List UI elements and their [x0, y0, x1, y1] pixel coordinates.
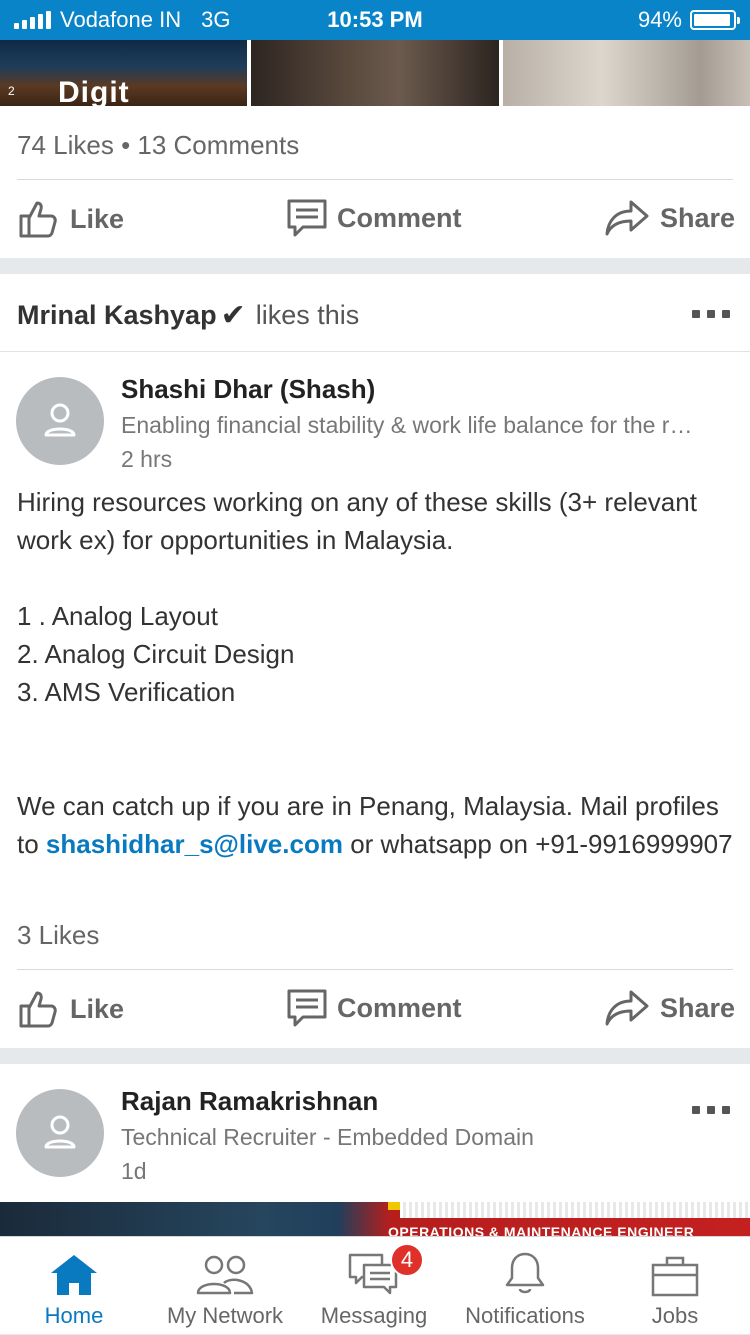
post-image-banner[interactable]: OPERATIONS & MAINTENANCE ENGINEER — [0, 1202, 750, 1236]
social-context-bar: Mrinal Kashyap ✔ likes this — [0, 274, 750, 352]
comment-label: Comment — [337, 992, 462, 1023]
author-name[interactable]: Shashi Dhar (Shash) — [121, 374, 375, 405]
unread-badge: 4 — [390, 1243, 424, 1277]
post-photo-1[interactable]: 2 Digit — [0, 40, 247, 106]
like-button[interactable]: Like — [18, 989, 124, 1029]
post-actions: Like Comment Share — [0, 179, 750, 259]
comment-button[interactable]: Comment — [287, 199, 462, 237]
avatar[interactable] — [16, 1089, 104, 1177]
avatar[interactable] — [16, 377, 104, 465]
post-time: 1d — [121, 1158, 147, 1184]
skill-list-item: 3. AMS Verification — [17, 677, 236, 707]
battery-info: 94% — [637, 7, 740, 33]
status-bar: Vodafone IN 3G 10:53 PM 94% — [0, 0, 750, 40]
comment-icon — [287, 989, 327, 1027]
tab-notifications[interactable]: Notifications — [455, 1237, 595, 1335]
social-action-text: likes this — [255, 300, 360, 330]
photo-number: 2 — [8, 84, 15, 98]
share-button[interactable]: Share — [604, 989, 735, 1027]
home-icon — [51, 1255, 97, 1295]
comment-button[interactable]: Comment — [287, 989, 462, 1027]
post-photo-grid[interactable]: 2 Digit — [0, 40, 750, 106]
banner-pattern — [400, 1202, 750, 1218]
author-headline: Technical Recruiter - Embedded Domain — [121, 1124, 534, 1150]
more-options-icon[interactable] — [692, 310, 730, 318]
post-engagement-counts[interactable]: 3 Likes — [0, 920, 99, 951]
email-link[interactable]: shashidhar_s@live.com — [46, 829, 343, 859]
tab-my-network[interactable]: My Network — [160, 1237, 290, 1335]
tab-jobs[interactable]: Jobs — [625, 1237, 725, 1335]
post-photo-2[interactable] — [251, 40, 499, 106]
post-1-footer: 74 Likes • 13 Comments Like Comment Shar… — [0, 106, 750, 258]
banner-text: OPERATIONS & MAINTENANCE ENGINEER — [388, 1224, 695, 1236]
author-name[interactable]: Rajan Ramakrishnan — [121, 1086, 378, 1117]
comment-label: Comment — [337, 202, 462, 233]
like-label: Like — [70, 993, 125, 1024]
comment-icon — [287, 199, 327, 237]
tab-label: My Network — [166, 1303, 284, 1328]
skill-list-item: 1 . Analog Layout — [17, 601, 218, 631]
share-button[interactable]: Share — [604, 199, 735, 237]
post-paragraph: Hiring resources working on any of these… — [17, 487, 697, 555]
person-icon — [44, 1115, 76, 1149]
person-icon — [44, 403, 76, 437]
photo-text: Digit — [58, 76, 130, 106]
author-headline: Enabling financial stability & work life… — [121, 412, 693, 438]
tab-home[interactable]: Home — [24, 1237, 124, 1335]
more-options-icon[interactable] — [692, 1106, 730, 1114]
tab-messaging[interactable]: 4 Messaging — [314, 1237, 434, 1335]
social-actor-name[interactable]: Mrinal Kashyap — [17, 300, 217, 331]
tab-label: Jobs — [651, 1303, 699, 1328]
battery-percent: 94% — [637, 7, 682, 32]
post-3-card: Rajan Ramakrishnan Technical Recruiter -… — [0, 1064, 750, 1202]
tab-label: Messaging — [320, 1303, 428, 1328]
tab-label: Notifications — [465, 1303, 585, 1328]
share-label: Share — [660, 202, 736, 233]
bell-icon — [505, 1252, 545, 1294]
like-button[interactable]: Like — [18, 199, 124, 239]
post-2-card: Mrinal Kashyap ✔ likes this Shashi Dhar … — [0, 274, 750, 1048]
post-paragraph: We can catch up if you are in Penang, Ma… — [17, 787, 737, 863]
thumbs-up-icon — [19, 201, 57, 238]
briefcase-icon — [651, 1256, 699, 1297]
post-body: Hiring resources working on any of these… — [17, 483, 737, 863]
post-actions: Like Comment Share — [0, 969, 750, 1049]
social-context: Mrinal Kashyap ✔ likes this — [17, 298, 359, 333]
post-photo-3[interactable] — [503, 40, 750, 106]
tab-label: Home — [44, 1303, 104, 1328]
thumbs-up-icon — [19, 991, 57, 1028]
share-icon — [605, 200, 649, 236]
people-icon — [196, 1255, 254, 1295]
skill-list-item: 2. Analog Circuit Design — [17, 639, 295, 669]
share-label: Share — [660, 992, 736, 1023]
bottom-tab-bar: Home My Network 4 Messaging Notification… — [0, 1236, 750, 1334]
post-engagement-counts[interactable]: 74 Likes • 13 Comments — [0, 130, 299, 161]
checkmark-icon: ✔ — [220, 299, 246, 332]
like-label: Like — [70, 203, 125, 234]
share-icon — [605, 990, 649, 1026]
post-time: 2 hrs — [121, 446, 173, 472]
contact-text-2: or whatsapp on +91-9916999907 — [350, 829, 733, 859]
battery-icon — [690, 10, 740, 30]
